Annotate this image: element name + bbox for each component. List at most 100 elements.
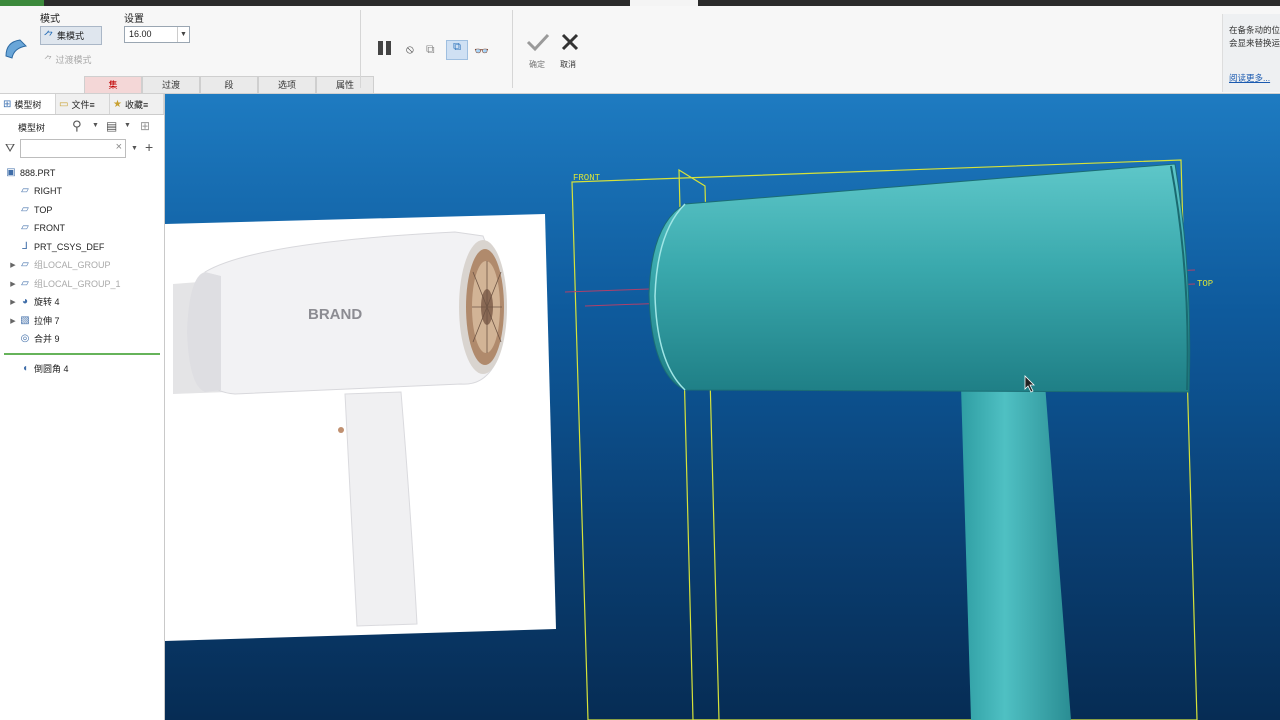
tree-header-label: 模型树 [18,123,46,133]
tree-node[interactable]: ▶ ▧ 拉伸 7 [8,312,60,329]
datum-plane-icon: ▱ [21,185,29,196]
tree-node-label: PRT_CSYS_DEF [34,241,105,252]
tab-options[interactable]: 选项 [258,76,316,93]
tab-transitions[interactable]: 过渡 [142,76,200,93]
tree-node-label: FRONT [34,222,65,233]
ok-label: 确定 [529,60,545,69]
tab-properties[interactable]: 属性 [316,76,374,93]
tab-model-tree-label: 模型树 [14,99,42,110]
tree-node-label: 888.PRT [20,167,56,178]
brand-logo-text: BRAND [308,306,362,323]
tree-settings-icon[interactable]: ⚲ [72,118,82,134]
tree-node[interactable]: ▱ RIGHT [8,182,62,199]
chevron-down-icon[interactable]: ▼ [124,122,131,129]
3d-model-view[interactable]: BRAND FRONT TOP [165,94,1280,720]
expand-arrow-icon[interactable]: ▶ [8,317,18,325]
reference-image: BRAND [165,214,556,641]
set-mode-label: 集模式 [57,31,85,41]
tree-node-label: RIGHT [34,185,62,196]
verify-mode-icon[interactable]: ⧉ [446,40,468,60]
panel-toolbar: 模型树 ⚲ ▼ ▤ ▼ ⊞ [0,116,164,136]
ribbon: 模式 ⺈ 集模式 ⺈ 过渡模式 设置 16.00 ▼ 集 过渡 段 选项 属性 … [0,6,1280,94]
radius-select[interactable]: 16.00 ▼ [124,26,190,43]
clear-icon[interactable]: × [116,141,122,153]
chevron-down-icon[interactable]: ▼ [92,122,99,129]
radius-value: 16.00 [129,29,152,39]
close-icon [561,33,579,51]
panel-tabs: ⊞ 模型树 ▭ 文件≡ ★ 收藏≡ [0,94,164,115]
tree-node[interactable]: ▶ ▱ 组LOCAL_GROUP [8,256,111,273]
tree-filter-input[interactable]: × [20,139,126,158]
contextual-help-panel: 在备条动的位 会显来替换运 阅读更多... [1222,14,1280,92]
glasses-icon[interactable]: 👓 [474,44,489,58]
tab-model-tree[interactable]: ⊞ 模型树 [0,94,56,114]
barrel-body[interactable] [648,163,1191,393]
merge-icon: ◎ [20,333,30,344]
tree-node[interactable]: ▱ TOP [8,201,52,218]
insert-here-indicator[interactable] [4,353,160,355]
tree-node[interactable]: ▶ ▱ 组LOCAL_GROUP_1 [8,275,121,292]
part-icon: ▣ [6,167,16,178]
tree-node-label: TOP [34,204,53,215]
group-icon: ▱ [21,259,29,270]
help-text-line1: 在备条动的位 [1229,25,1280,35]
ok-button[interactable] [526,32,550,58]
transition-mode-button[interactable]: ⺈ 过渡模式 [44,53,92,66]
folder-icon: ▭ [59,98,69,110]
mode-label: 模式 [40,14,60,25]
tab-pieces[interactable]: 段 [200,76,258,93]
tree-node-label: 旋转 4 [34,297,60,307]
tree-node-label: 组LOCAL_GROUP [34,260,111,270]
pause-icon[interactable] [376,40,394,59]
ribbon-separator [360,10,361,88]
set-mode-button[interactable]: ⺈ 集模式 [40,26,102,45]
csys-icon: ⅃ [22,241,28,252]
transition-mode-label: 过渡模式 [55,55,92,65]
geometry-preview-icon[interactable]: ⧉ [426,42,435,57]
datum-plane-icon: ▱ [21,204,29,215]
tree-node-label: 拉伸 7 [34,316,60,326]
favorites-icon: ★ [113,98,122,110]
filter-icon[interactable]: ⛛ [5,141,15,156]
expand-arrow-icon[interactable]: ▶ [8,298,18,306]
tree-node[interactable]: ▶ ◕ 旋转 4 [8,293,60,310]
tab-favorites[interactable]: ★ 收藏≡ [110,94,164,114]
tree-node-label: 倒圆角 4 [34,364,69,374]
tree-node[interactable]: ⅃ PRT_CSYS_DEF [8,238,104,255]
cancel-button[interactable] [560,32,580,58]
extrude-icon: ▧ [20,315,30,326]
transition-mode-icon: ⺈ [44,55,54,65]
revolve-icon: ◕ [21,296,29,307]
tab-files-label: 文件≡ [71,99,95,110]
model-tree-panel: ⊞ 模型树 ▭ 文件≡ ★ 收藏≡ 模型树 ⚲ ▼ ▤ ▼ ⊞ ⛛ × ▼ + … [0,94,165,720]
front-datum-label[interactable]: FRONT [573,173,601,183]
tree-node[interactable]: ◎ 合并 9 [8,330,60,347]
tree-node[interactable]: ◖ 倒圆角 4 [8,360,69,377]
help-text-line2: 会显来替换运 [1229,38,1280,48]
graphics-viewport[interactable]: BRAND FRONT TOP [165,94,1280,720]
top-datum-label[interactable]: TOP [1197,279,1213,289]
model-tree-icon: ⊞ [3,98,12,110]
columns-icon[interactable]: ⊞ [140,119,150,133]
tab-sets[interactable]: 集 [84,76,142,93]
expand-arrow-icon[interactable]: ▶ [8,261,18,269]
read-more-link[interactable]: 阅读更多... [1229,72,1270,84]
ribbon-subtabs: 集 过渡 段 选项 属性 [84,76,374,93]
handle-body[interactable] [961,374,1071,720]
tree-node[interactable]: ▱ FRONT [8,219,65,236]
no-preview-icon[interactable]: ⦸ [406,42,414,57]
tree-node[interactable]: ▣ 888.PRT [4,164,55,181]
add-icon[interactable]: + [145,139,153,155]
chevron-down-icon[interactable]: ▼ [177,27,189,42]
datum-plane-icon: ▱ [21,222,29,233]
ribbon-separator [512,10,513,88]
show-icon[interactable]: ▤ [106,119,117,133]
round-icon: ◖ [21,363,29,374]
checkmark-icon [526,33,550,52]
round-feature-icon [4,36,28,60]
tree-node-label: 组LOCAL_GROUP_1 [34,279,121,289]
tab-files[interactable]: ▭ 文件≡ [56,94,110,114]
expand-arrow-icon[interactable]: ▶ [8,280,18,288]
chevron-down-icon[interactable]: ▼ [131,145,138,152]
tree-node-label: 合并 9 [34,334,60,344]
